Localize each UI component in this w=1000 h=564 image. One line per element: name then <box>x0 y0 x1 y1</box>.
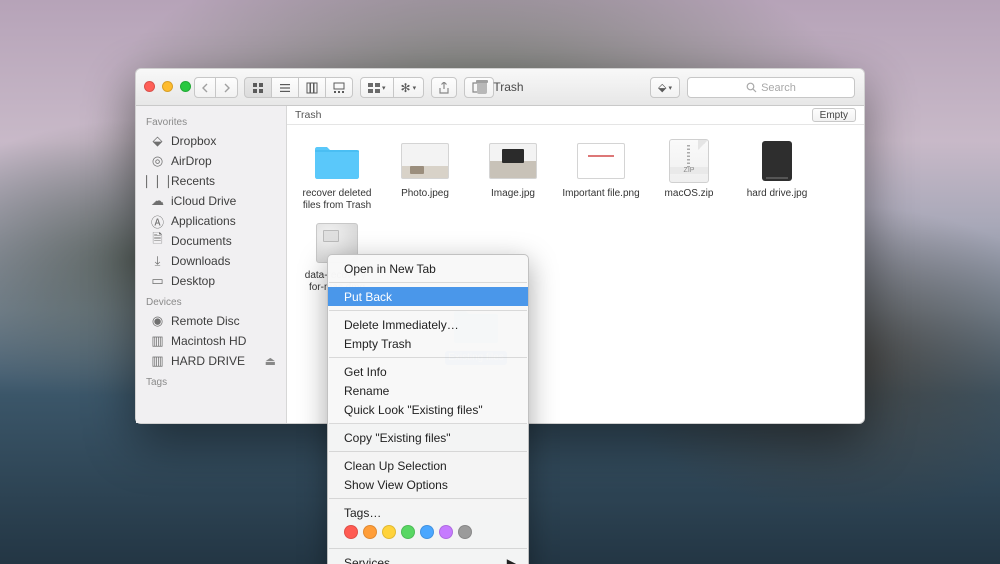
file-label: Important file.png <box>559 187 642 201</box>
context-menu-item[interactable]: Get Info <box>328 362 528 381</box>
menu-separator <box>329 423 527 424</box>
context-menu-item[interactable]: Put Back <box>328 287 528 306</box>
sidebar-item-dropbox[interactable]: ⬙ Dropbox <box>136 131 286 151</box>
sidebar-item-remote-disc[interactable]: ◉ Remote Disc <box>136 311 286 331</box>
chevron-right-icon: ▶ <box>507 556 516 564</box>
disc-icon: ◉ <box>150 314 165 329</box>
sidebar-item-macintosh-hd[interactable]: ▥ Macintosh HD <box>136 331 286 351</box>
file-item[interactable]: recover deleted files from Trash <box>293 135 381 217</box>
window-title-text: Trash <box>493 80 523 94</box>
sidebar-item-downloads[interactable]: ⤓ Downloads <box>136 251 286 271</box>
airdrop-icon: ◎ <box>150 154 165 169</box>
tag-color-dot[interactable] <box>382 525 396 539</box>
sidebar-item-label: Remote Disc <box>171 314 240 328</box>
file-item[interactable]: macOS.zip <box>645 135 733 217</box>
tag-color-dot[interactable] <box>458 525 472 539</box>
sidebar-item-hard-drive[interactable]: ▥ HARD DRIVE ⏏ <box>136 351 286 371</box>
sidebar-item-applications[interactable]: Ⓐ Applications <box>136 211 286 231</box>
doc-icon: 🗎 <box>150 234 165 249</box>
sidebar: Favorites ⬙ Dropbox ◎ AirDrop ❘❘❘ Recents ☁ iClo… <box>136 106 287 423</box>
sidebar-item-airdrop[interactable]: ◎ AirDrop <box>136 151 286 171</box>
trash-icon <box>476 80 488 94</box>
sidebar-item-documents[interactable]: 🗎 Documents <box>136 231 286 251</box>
menu-separator <box>329 451 527 452</box>
sidebar-heading: Devices <box>136 291 286 311</box>
context-menu: Open in New Tab Put Back Delete Immediatel… <box>327 254 529 564</box>
window-title: Trash <box>136 80 864 94</box>
clock-icon: ❘❘❘ <box>150 174 165 189</box>
tag-color-dot[interactable] <box>420 525 434 539</box>
file-label: macOS.zip <box>662 187 717 201</box>
folder-icon <box>311 139 363 183</box>
hdd-icon <box>751 139 803 183</box>
tag-color-dot[interactable] <box>439 525 453 539</box>
thumb-photo-icon <box>399 139 451 183</box>
file-item[interactable]: Photo.jpeg <box>381 135 469 217</box>
tag-color-dot[interactable] <box>344 525 358 539</box>
download-icon: ⤓ <box>150 254 165 269</box>
sidebar-item-label: Macintosh HD <box>171 334 246 348</box>
sidebar-item-label: Documents <box>171 234 232 248</box>
menu-separator <box>329 498 527 499</box>
zip-icon <box>663 139 715 183</box>
tag-color-dot[interactable] <box>363 525 377 539</box>
context-menu-item[interactable]: Tags… <box>328 503 528 522</box>
menu-separator <box>329 357 527 358</box>
thumb-image-icon <box>487 139 539 183</box>
sidebar-item-label: Dropbox <box>171 134 216 148</box>
dropbox-icon: ⬙ <box>150 134 165 149</box>
path-location: Trash <box>295 109 321 121</box>
file-item[interactable]: hard drive.jpg <box>733 135 821 217</box>
menu-separator <box>329 282 527 283</box>
pathbar: Trash Empty <box>287 106 864 125</box>
eject-icon[interactable]: ⏏ <box>265 354 276 368</box>
file-label: Photo.jpeg <box>398 187 452 201</box>
sidebar-heading: Favorites <box>136 111 286 131</box>
sidebar-item-label: Applications <box>171 214 236 228</box>
context-menu-item[interactable]: Delete Immediately… <box>328 315 528 334</box>
context-menu-services[interactable]: Services ▶ <box>328 553 528 564</box>
context-menu-item[interactable]: Copy "Existing files" <box>328 428 528 447</box>
titlebar: ▾ ✻▾ ⬙▾ Search Trash <box>136 69 864 106</box>
context-menu-item[interactable]: Rename <box>328 381 528 400</box>
sidebar-item-label: Recents <box>171 174 215 188</box>
file-item[interactable]: Important file.png <box>557 135 645 217</box>
sidebar-item-recents[interactable]: ❘❘❘ Recents <box>136 171 286 191</box>
sidebar-heading: Tags <box>136 371 286 391</box>
file-label: Image.jpg <box>488 187 538 201</box>
context-menu-item[interactable]: Open in New Tab <box>328 259 528 278</box>
desktop-icon: ▭ <box>150 274 165 289</box>
context-menu-item[interactable]: Clean Up Selection <box>328 456 528 475</box>
sidebar-item-label: iCloud Drive <box>171 194 236 208</box>
tag-color-dot[interactable] <box>401 525 415 539</box>
hdd-icon: ▥ <box>150 354 165 369</box>
sidebar-item-label: AirDrop <box>171 154 212 168</box>
context-menu-item[interactable]: Quick Look "Existing files" <box>328 400 528 419</box>
context-menu-item[interactable]: Empty Trash <box>328 334 528 353</box>
sidebar-item-label: Desktop <box>171 274 215 288</box>
empty-trash-button[interactable]: Empty <box>812 108 856 122</box>
file-label: recover deleted files from Trash <box>295 187 379 213</box>
file-label: hard drive.jpg <box>744 187 811 201</box>
hdd-icon: ▥ <box>150 334 165 349</box>
cloud-icon: ☁ <box>150 194 165 209</box>
apps-icon: Ⓐ <box>150 214 165 229</box>
services-label: Services <box>344 556 390 564</box>
thumb-blank-icon <box>575 139 627 183</box>
file-item[interactable]: Image.jpg <box>469 135 557 217</box>
tags-row <box>328 522 528 544</box>
menu-separator <box>329 310 527 311</box>
sidebar-item-label: HARD DRIVE <box>171 354 245 368</box>
sidebar-item-desktop[interactable]: ▭ Desktop <box>136 271 286 291</box>
sidebar-item-label: Downloads <box>171 254 230 268</box>
context-menu-item[interactable]: Show View Options <box>328 475 528 494</box>
menu-separator <box>329 548 527 549</box>
sidebar-item-icloud-drive[interactable]: ☁ iCloud Drive <box>136 191 286 211</box>
